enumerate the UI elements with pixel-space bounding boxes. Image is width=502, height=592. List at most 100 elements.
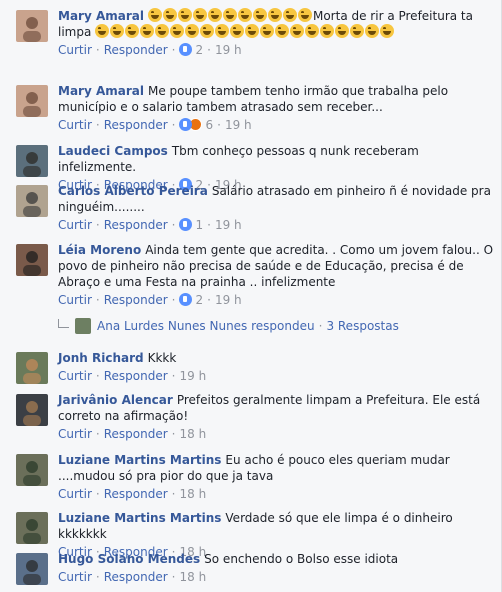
like-link[interactable]: Curtir (58, 369, 92, 383)
laughing-emoji-icon (282, 8, 297, 22)
commenter-name[interactable]: Jarivânio Alencar (58, 393, 173, 407)
laughing-emoji-icon (290, 24, 305, 38)
reply-link[interactable]: Responder (104, 218, 168, 232)
like-link[interactable]: Curtir (58, 427, 92, 441)
comment-text-block: Jarivânio Alencar Prefeitos geralmente li… (58, 392, 495, 424)
commenter-name[interactable]: Laudeci Campos (58, 144, 168, 158)
avatar[interactable] (16, 244, 48, 276)
separator-dot: · (171, 570, 176, 584)
like-link[interactable]: Curtir (58, 218, 92, 232)
separator-dot: · (207, 293, 211, 307)
reaction-summary[interactable]: 2 (179, 43, 203, 57)
avatar[interactable] (16, 454, 48, 486)
laughing-emoji-icon (222, 8, 237, 22)
commenter-name[interactable]: Jonh Richard (58, 351, 144, 365)
comment-actions: Curtir · Responder · 1 · 19 h (58, 217, 495, 233)
separator-dot: · (318, 319, 323, 333)
avatar[interactable] (16, 394, 48, 426)
like-link[interactable]: Curtir (58, 43, 92, 57)
like-link[interactable]: Curtir (58, 487, 92, 501)
like-link[interactable]: Curtir (58, 570, 92, 584)
timestamp[interactable]: 19 h (179, 369, 206, 383)
laughing-emoji-icon (380, 24, 395, 38)
like-link[interactable]: Curtir (58, 118, 92, 132)
commenter-name[interactable]: Mary Amaral (58, 9, 144, 23)
reply-link[interactable]: Responder (104, 487, 168, 501)
laughing-emoji-icon (320, 24, 335, 38)
reply-link[interactable]: Responder (104, 43, 168, 57)
comment-text-block: Mary Amaral Morta de rir a Prefeitura ta … (58, 8, 495, 40)
reaction-count: 2 (195, 43, 204, 57)
laughing-emoji-icon (140, 24, 155, 38)
separator-dot: · (95, 218, 100, 232)
commenter-name[interactable]: Léia Moreno (58, 243, 141, 257)
timestamp[interactable]: 18 h (179, 487, 206, 501)
separator-dot: · (95, 43, 100, 57)
avatar[interactable] (16, 185, 48, 217)
comment-actions: Curtir · Responder · 18 h (58, 426, 495, 442)
timestamp[interactable]: 19 h (215, 218, 242, 232)
commenter-name[interactable]: Luziane Martins Martins (58, 453, 221, 467)
comment-body: Carlos Alberto Pereira Salário atrasado e… (58, 183, 495, 233)
reaction-summary[interactable]: 1 (179, 218, 203, 232)
comment-actions: Curtir · Responder · 2 · 19 h (58, 42, 495, 58)
reply-link[interactable]: Responder (104, 427, 168, 441)
avatar[interactable] (16, 553, 48, 585)
timestamp[interactable]: 19 h (215, 293, 242, 307)
laughing-emoji-icon (170, 24, 185, 38)
laughing-emoji-icon (237, 8, 252, 22)
replies-text[interactable]: Ana Lurdes Nunes Nunes respondeu (97, 319, 315, 333)
comment-text-block: Jonh Richard Kkkk (58, 350, 495, 366)
reaction-summary[interactable]: 2 (179, 293, 203, 307)
reply-link[interactable]: Responder (104, 293, 168, 307)
separator-dot: · (207, 218, 211, 232)
comment-text-block: Hugo Solano Mendes So enchendo o Bolso es… (58, 551, 495, 567)
laughing-emoji-icon (260, 24, 275, 38)
laughing-emoji-icon (95, 24, 110, 38)
laughing-emoji-icon (267, 8, 282, 22)
avatar[interactable] (16, 145, 48, 177)
timestamp[interactable]: 19 h (225, 118, 252, 132)
like-icon (179, 218, 193, 231)
replies-count[interactable]: 3 Respostas (326, 319, 398, 333)
reaction-summary[interactable]: 6 (179, 118, 213, 132)
reply-link[interactable]: Responder (104, 118, 168, 132)
comment-body: Luziane Martins Martins Eu acho é pouco e… (58, 452, 495, 502)
laughing-emoji-icon (125, 24, 140, 38)
timestamp[interactable]: 19 h (215, 43, 242, 57)
laughing-emoji-icon (215, 24, 230, 38)
comment-actions: Curtir · Responder · 19 h (58, 368, 495, 384)
laughing-emoji-icon (252, 8, 267, 22)
commenter-name[interactable]: Carlos Alberto Pereira (58, 184, 208, 198)
timestamp[interactable]: 18 h (179, 570, 206, 584)
laughing-emoji-icon (177, 8, 192, 22)
avatar[interactable] (16, 512, 48, 544)
avatar[interactable] (16, 85, 48, 117)
like-link[interactable]: Curtir (58, 293, 92, 307)
comment-body: Hugo Solano Mendes So enchendo o Bolso es… (58, 551, 495, 585)
reaction-count: 2 (195, 293, 204, 307)
timestamp[interactable]: 18 h (179, 427, 206, 441)
laughing-emoji-icon (297, 8, 312, 22)
replier-avatar (75, 318, 91, 334)
avatar[interactable] (16, 10, 48, 42)
commenter-name[interactable]: Luziane Martins Martins (58, 511, 221, 525)
laughing-emoji-icon (350, 24, 365, 38)
laughing-emoji-icon (155, 24, 170, 38)
avatar[interactable] (16, 352, 48, 384)
comment-text-block: Luziane Martins Martins Eu acho é pouco e… (58, 452, 495, 484)
separator-dot: · (95, 369, 100, 383)
separator-dot: · (171, 118, 176, 132)
replies-link[interactable]: Ana Lurdes Nunes Nunes respondeu · 3 Respo… (58, 317, 399, 335)
separator-dot: · (217, 118, 221, 132)
comment-text-block: Carlos Alberto Pereira Salário atrasado e… (58, 183, 495, 215)
reply-link[interactable]: Responder (104, 570, 168, 584)
comment-text-block: Laudeci Campos Tbm conheço pessoas q nunk… (58, 143, 495, 175)
commenter-name[interactable]: Mary Amaral (58, 84, 144, 98)
reply-link[interactable]: Responder (104, 369, 168, 383)
separator-dot: · (171, 369, 176, 383)
reply-arrow-icon (58, 319, 69, 328)
comment-body: Jarivânio Alencar Prefeitos geralmente li… (58, 392, 495, 442)
commenter-name[interactable]: Hugo Solano Mendes (58, 552, 200, 566)
reaction-count: 6 (205, 118, 214, 132)
